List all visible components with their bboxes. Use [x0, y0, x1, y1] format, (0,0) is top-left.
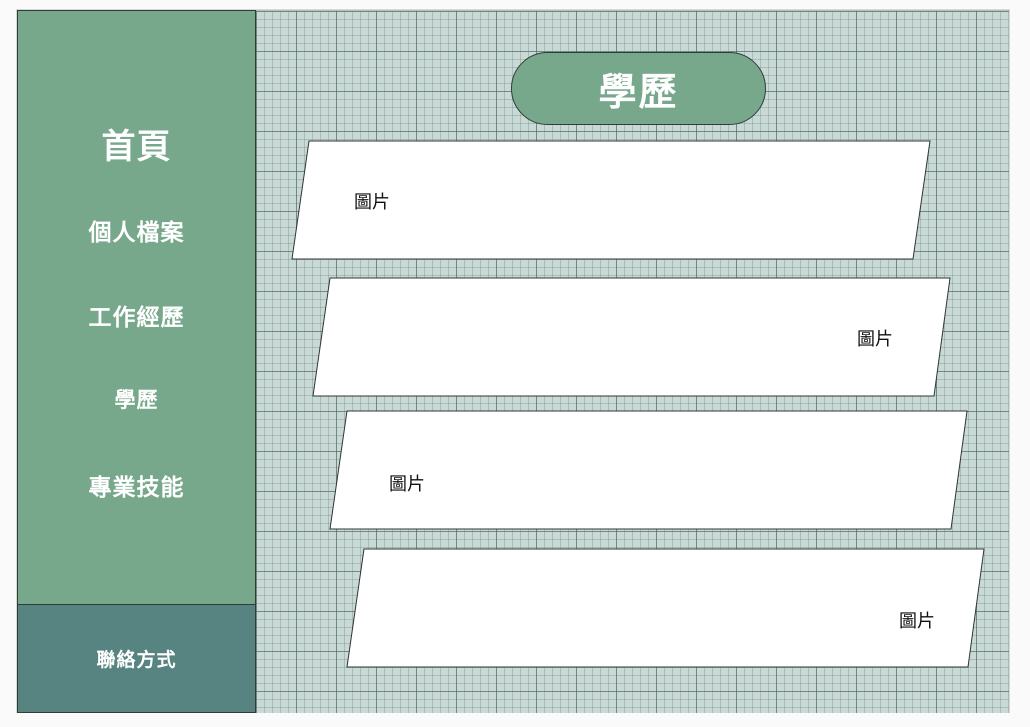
nav-skills[interactable]: 專業技能 [18, 468, 255, 502]
education-card-2[interactable] [312, 277, 951, 397]
card-4-image-placeholder: 圖片 [899, 611, 935, 632]
card-3-image-placeholder: 圖片 [389, 474, 425, 495]
nav-home[interactable]: 首頁 [18, 119, 255, 168]
nav-education[interactable]: 學歷 [18, 384, 255, 414]
card-2-image-placeholder: 圖片 [857, 329, 893, 350]
nav-work-experience[interactable]: 工作經歷 [18, 298, 255, 332]
nav-contact[interactable]: 聯絡方式 [17, 604, 256, 713]
page-title: 學歷 [511, 52, 766, 125]
card-1-image-placeholder: 圖片 [354, 192, 390, 213]
education-card-3[interactable] [329, 410, 968, 530]
nav-profile[interactable]: 個人檔案 [18, 213, 255, 247]
education-card-4[interactable] [346, 548, 985, 668]
sidebar: 首頁 個人檔案 工作經歷 學歷 專業技能 [17, 10, 256, 605]
